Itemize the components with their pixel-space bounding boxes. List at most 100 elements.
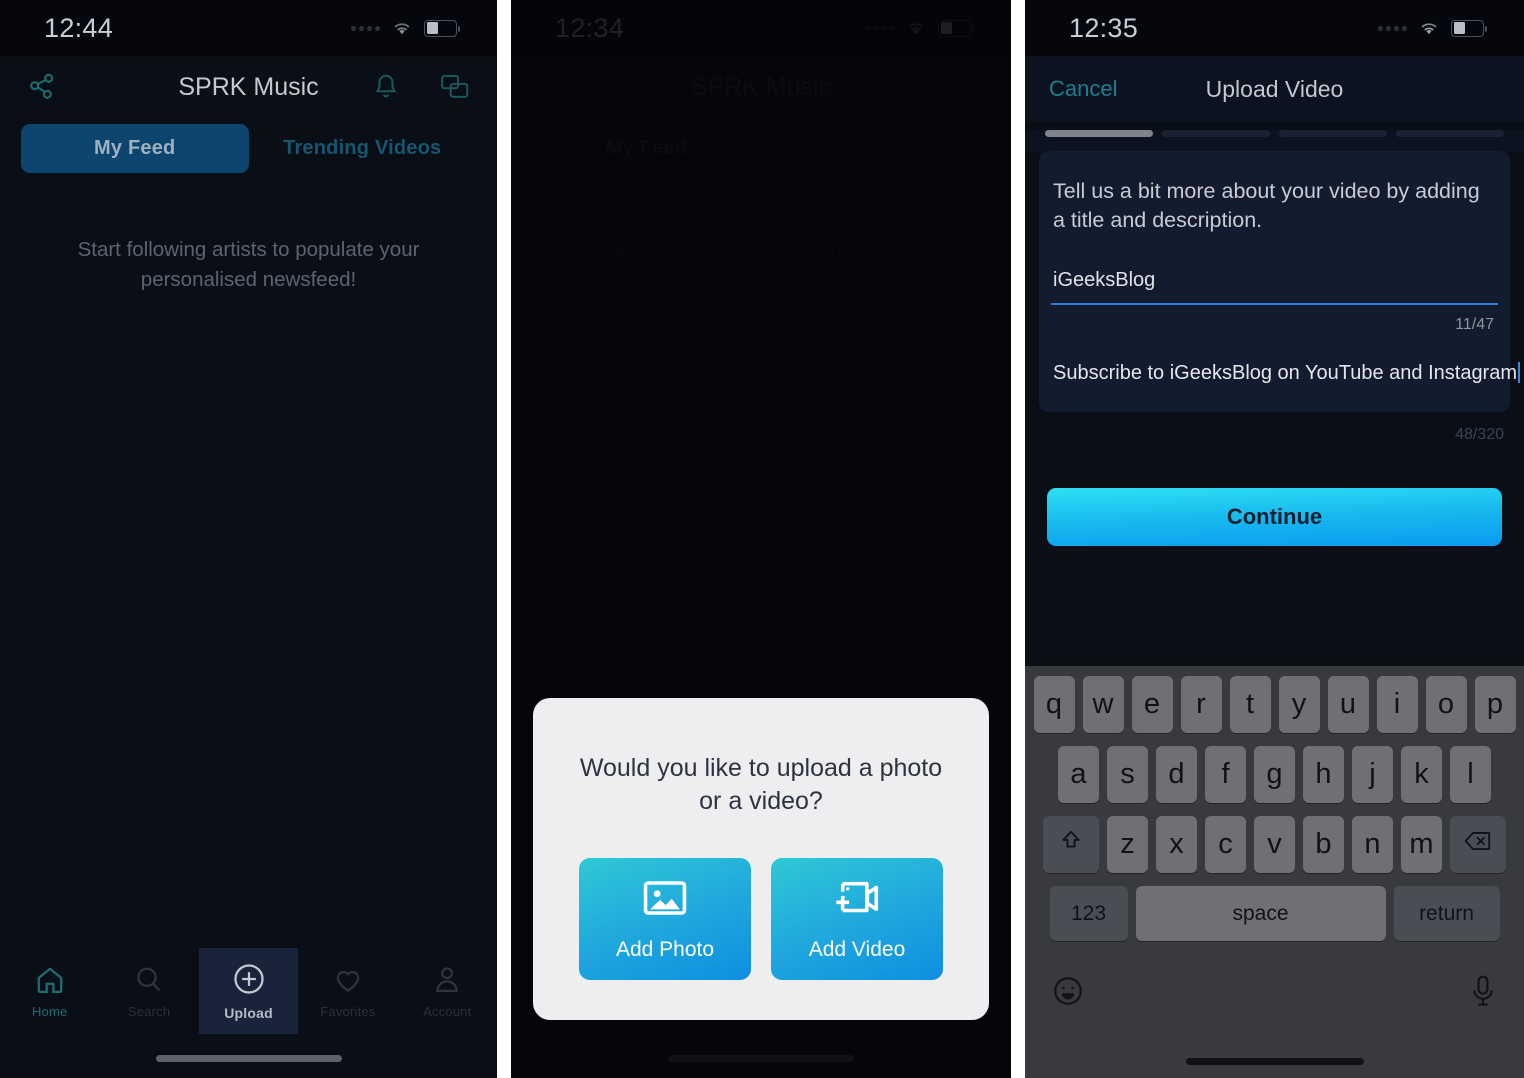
emoji-smiley-icon[interactable] <box>1051 974 1085 1013</box>
numbers-key[interactable]: 123 <box>1049 886 1128 941</box>
panel-separator-1 <box>497 0 511 1078</box>
form-hint: Tell us a bit more about your video by a… <box>1053 179 1480 232</box>
phone-screen-upload-video: 12:35 Cancel Upload Video Tell us a bit … <box>1025 0 1524 1078</box>
key-z[interactable]: z <box>1107 816 1148 873</box>
battery-icon <box>1451 19 1487 37</box>
screenshot-strip: 12:44 SPRK Music My Feed Trending Videos… <box>0 0 1524 1078</box>
tabbar-item-favorites[interactable]: Favorites <box>298 948 397 1034</box>
cancel-button[interactable]: Cancel <box>1049 76 1117 102</box>
key-c[interactable]: c <box>1205 816 1246 873</box>
progress-segment-1 <box>1045 130 1153 137</box>
panel-separator-2 <box>1011 0 1025 1078</box>
key-h[interactable]: h <box>1303 746 1344 803</box>
description-input[interactable]: Subscribe to iGeeksBlog on YouTube and I… <box>1051 361 1521 394</box>
title-input[interactable]: iGeeksBlog <box>1051 269 1498 303</box>
key-l[interactable]: l <box>1450 746 1491 803</box>
wifi-icon <box>391 20 413 36</box>
status-bar: 12:35 <box>1025 0 1524 56</box>
key-n[interactable]: n <box>1352 816 1393 873</box>
upload-video-header: Cancel Upload Video <box>1025 56 1524 122</box>
key-r[interactable]: r <box>1180 676 1222 733</box>
description-char-counter: 48/320 <box>1455 425 1504 443</box>
key-g[interactable]: g <box>1254 746 1295 803</box>
status-indicators <box>351 19 460 37</box>
key-j[interactable]: j <box>1352 746 1393 803</box>
key-w[interactable]: w <box>1082 676 1124 733</box>
add-video-label: Add Video <box>808 937 906 961</box>
key-v[interactable]: v <box>1254 816 1295 873</box>
feed-tabs: My Feed Trending Videos <box>0 124 497 173</box>
keyboard-row-1: q w e r t y u i o p <box>1029 676 1520 733</box>
app-header: SPRK Music <box>0 56 497 118</box>
person-icon <box>431 964 463 1001</box>
add-video-button[interactable]: Add Video <box>771 858 943 980</box>
key-p[interactable]: p <box>1474 676 1516 733</box>
key-u[interactable]: u <box>1327 676 1369 733</box>
description-field-group: Subscribe to iGeeksBlog on YouTube and I… <box>1051 361 1521 394</box>
signal-dots-icon <box>351 25 380 31</box>
tabbar-item-search[interactable]: Search <box>99 948 198 1034</box>
key-i[interactable]: i <box>1376 676 1418 733</box>
key-s[interactable]: s <box>1107 746 1148 803</box>
key-m[interactable]: m <box>1401 816 1442 873</box>
share-network-icon[interactable] <box>26 71 58 103</box>
key-a[interactable]: a <box>1058 746 1099 803</box>
chat-bubbles-icon[interactable] <box>439 72 471 102</box>
space-key[interactable]: space <box>1135 886 1386 941</box>
key-b[interactable]: b <box>1303 816 1344 873</box>
empty-state-message: Start following artists to populate your… <box>77 238 420 291</box>
tabbar-label-upload: Upload <box>224 1005 273 1021</box>
key-e[interactable]: e <box>1131 676 1173 733</box>
status-time: 12:35 <box>1069 12 1139 43</box>
heart-icon <box>332 964 364 1001</box>
backspace-key[interactable] <box>1450 816 1506 873</box>
bottom-navigation: Home Search Upload Favorites Account <box>0 948 497 1034</box>
tabbar-item-home[interactable]: Home <box>0 948 99 1034</box>
photo-icon <box>642 877 688 924</box>
dialog-actions: Add Photo Add Video <box>567 858 955 980</box>
add-photo-label: Add Photo <box>615 937 715 961</box>
add-photo-button[interactable]: Add Photo <box>579 858 751 980</box>
bell-icon[interactable] <box>371 72 401 102</box>
shift-key[interactable] <box>1043 816 1099 873</box>
video-details-form: Tell us a bit more about your video by a… <box>1039 151 1521 412</box>
title-char-counter: 11/47 <box>1455 315 1494 333</box>
battery-icon <box>424 19 460 37</box>
microphone-icon[interactable] <box>1468 974 1498 1013</box>
dialog-question: Would you like to upload a photo or a vi… <box>579 753 943 815</box>
keyboard-row-4: 123 space return <box>1029 886 1520 941</box>
key-f[interactable]: f <box>1205 746 1246 803</box>
key-x[interactable]: x <box>1156 816 1197 873</box>
text-caret <box>1518 361 1521 383</box>
description-input-text: Subscribe to iGeeksBlog on YouTube and I… <box>1053 361 1518 384</box>
video-plus-icon <box>832 877 882 924</box>
progress-segment-4 <box>1396 130 1504 137</box>
on-screen-keyboard: q w e r t y u i o p a s d f g h j k l z … <box>1025 666 1524 1078</box>
tabbar-label-search: Search <box>127 1003 171 1019</box>
progress-segment-3 <box>1279 130 1387 137</box>
phone-screen-upload-choice: 12:34 SPRK Music My Feed Trending Videos… <box>511 0 1011 1078</box>
key-y[interactable]: y <box>1278 676 1320 733</box>
title-field-group: iGeeksBlog <box>1051 269 1498 305</box>
continue-button[interactable]: Continue <box>1047 487 1502 546</box>
tab-trending-videos[interactable]: Trending Videos <box>249 124 477 173</box>
return-key[interactable]: return <box>1393 886 1500 941</box>
title-input-underline <box>1051 302 1498 305</box>
shift-arrow-icon <box>1058 828 1084 862</box>
key-t[interactable]: t <box>1229 676 1271 733</box>
tabbar-item-account[interactable]: Account <box>398 948 497 1034</box>
tab-my-feed[interactable]: My Feed <box>21 124 249 173</box>
backspace-icon <box>1464 828 1492 861</box>
signal-dots-icon <box>1378 25 1407 31</box>
key-k[interactable]: k <box>1401 746 1442 803</box>
status-time: 12:44 <box>44 12 114 43</box>
status-indicators <box>1378 19 1487 37</box>
tabbar-item-upload[interactable]: Upload <box>198 948 299 1034</box>
search-icon <box>133 964 165 1001</box>
key-o[interactable]: o <box>1425 676 1467 733</box>
home-icon <box>34 964 66 1001</box>
plus-circle-icon <box>231 961 267 1002</box>
key-q[interactable]: q <box>1033 676 1075 733</box>
key-d[interactable]: d <box>1156 746 1197 803</box>
home-indicator <box>155 1055 342 1062</box>
